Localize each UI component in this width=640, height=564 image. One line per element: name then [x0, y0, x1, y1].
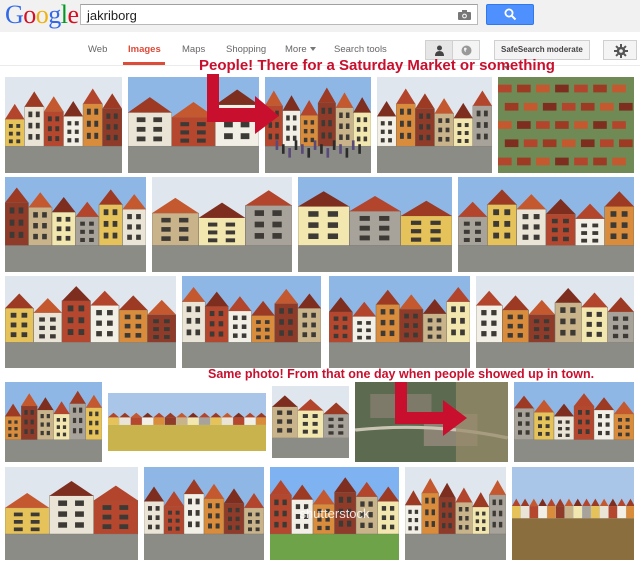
- search-query: jakriborg: [87, 8, 137, 23]
- image-result[interactable]: [514, 382, 634, 462]
- tab-search-tools[interactable]: Search tools: [334, 44, 387, 55]
- photo-thumbnail: [272, 386, 349, 458]
- image-result[interactable]: [377, 77, 492, 173]
- image-result[interactable]: [272, 386, 349, 458]
- logo-letter: e: [67, 0, 80, 29]
- logo-letter: G: [5, 0, 24, 29]
- settings-button[interactable]: [603, 40, 637, 60]
- photo-thumbnail: [5, 77, 122, 173]
- image-result[interactable]: [5, 276, 176, 368]
- photo-thumbnail: [458, 177, 634, 272]
- photo-thumbnail: [514, 382, 634, 462]
- logo-letter: o: [35, 0, 49, 29]
- arrow-icon: [207, 74, 279, 134]
- search-button[interactable]: [486, 4, 534, 25]
- search-input[interactable]: jakriborg: [80, 4, 478, 25]
- photo-thumbnail: [5, 177, 146, 272]
- image-result[interactable]: [476, 276, 634, 368]
- image-result[interactable]: [5, 177, 146, 272]
- image-result[interactable]: [5, 382, 102, 462]
- photo-thumbnail: [5, 276, 176, 368]
- photo-thumbnail: [377, 77, 492, 173]
- gear-icon: [614, 44, 628, 58]
- google-logo[interactable]: Google: [5, 1, 79, 29]
- annotation-bottom: Same photo! From that one day when peopl…: [208, 367, 595, 381]
- logo-letter: o: [23, 0, 36, 29]
- tab-more-label: More: [285, 44, 307, 55]
- logo-letter: l: [60, 0, 68, 29]
- tab-more[interactable]: More: [285, 44, 316, 55]
- photo-thumbnail: [298, 177, 452, 272]
- image-result[interactable]: [498, 77, 634, 173]
- image-result[interactable]: [182, 276, 321, 368]
- image-result[interactable]: [144, 467, 264, 560]
- photo-thumbnail: [182, 276, 321, 368]
- image-result[interactable]: [329, 276, 470, 368]
- image-result[interactable]: [5, 77, 122, 173]
- photo-thumbnail: [512, 467, 634, 560]
- photo-thumbnail: [498, 77, 634, 173]
- top-bar: Google jakriborg: [0, 0, 640, 32]
- image-result[interactable]: [512, 467, 634, 560]
- tab-images[interactable]: Images: [128, 44, 161, 55]
- tab-shopping[interactable]: Shopping: [226, 44, 266, 55]
- photo-thumbnail: [476, 276, 634, 368]
- photo-thumbnail: [5, 382, 102, 462]
- photo-thumbnail: [5, 467, 138, 560]
- image-result[interactable]: [108, 393, 266, 451]
- active-tab-indicator: [123, 62, 165, 65]
- logo-letter: g: [48, 0, 61, 29]
- photo-thumbnail: [405, 467, 506, 560]
- photo-thumbnail: [152, 177, 292, 272]
- camera-icon[interactable]: [458, 10, 471, 20]
- watermark-text: shutterstock: [299, 506, 370, 522]
- safesearch-label: SafeSearch moderate: [501, 45, 583, 54]
- photo-thumbnail: [108, 393, 266, 451]
- image-result[interactable]: [298, 177, 452, 272]
- image-result[interactable]: [405, 467, 506, 560]
- globe-icon: [461, 45, 472, 56]
- image-result[interactable]: [152, 177, 292, 272]
- image-result[interactable]: [5, 467, 138, 560]
- image-result[interactable]: shutterstock: [270, 467, 399, 560]
- tab-maps[interactable]: Maps: [182, 44, 205, 55]
- arrow-icon: [395, 382, 467, 436]
- photo-thumbnail: [329, 276, 470, 368]
- magnifier-icon: [504, 8, 517, 21]
- dropdown-arrow-icon: [309, 47, 316, 52]
- person-icon: [435, 45, 444, 56]
- photo-thumbnail: [144, 467, 264, 560]
- tab-web[interactable]: Web: [88, 44, 107, 55]
- image-result[interactable]: [458, 177, 634, 272]
